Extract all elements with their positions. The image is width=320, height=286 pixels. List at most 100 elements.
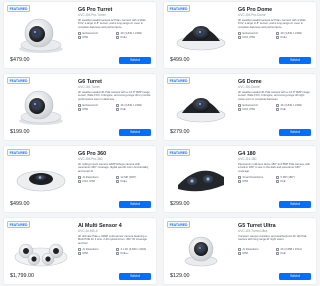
- camera-image[interactable]: [10, 155, 72, 199]
- select-button[interactable]: Select: [279, 272, 311, 280]
- product-model: UVC-G5-Turret-Ultra: [238, 229, 268, 233]
- product-description: Compact, tamper resistant, and weatherpr…: [238, 235, 307, 242]
- weatherproof-icon: [238, 36, 241, 40]
- select-button[interactable]: Select: [119, 56, 151, 64]
- power-icon: [116, 180, 119, 184]
- product-card[interactable]: FEATURED G6 Turret UVC-G6-Turret 4K weat…: [3, 73, 157, 141]
- product-info: G6 Pro 360 UVC-G6-Pro-360 4K ceiling-mou…: [78, 151, 151, 184]
- product-specs: Smart Detections 5 MP (180°) IP66 PoE: [238, 175, 311, 184]
- product-model: UVC-G6-Pro-Turret: [78, 13, 106, 17]
- spec-label: AI Detections: [242, 247, 259, 251]
- product-card[interactable]: FEATURED G6 Dome UVC-G6-Dome 4K weather-…: [163, 73, 317, 141]
- spec-item: IK10, IP66: [238, 36, 273, 40]
- resolution-icon: [116, 247, 119, 251]
- spec-item: AI Detections: [78, 247, 113, 251]
- select-button[interactable]: Select: [119, 200, 151, 208]
- power-icon: [116, 108, 119, 112]
- camera-image[interactable]: [170, 155, 232, 199]
- spec-item: 4 x 4K (3,840 x 2160): [116, 247, 151, 251]
- resolution-icon: [276, 103, 279, 107]
- product-info: AI Multi Sensor 4 UVC-AI-MS-4 4K ultimat…: [78, 223, 151, 256]
- product-card[interactable]: FEATURED G6 Pro Turret UVC-G6-Pro-Turret…: [3, 1, 157, 69]
- resolution-icon: [276, 175, 279, 179]
- weatherproof-icon: [238, 108, 241, 112]
- spec-label: PoE: [280, 108, 286, 112]
- power-icon: [276, 252, 279, 256]
- product-card[interactable]: FEATURED G6 Pro Dome UVC-G6-Pro-Dome 4K …: [163, 1, 317, 69]
- product-info: G6 Pro Dome UVC-G6-Pro-Dome 4K weather-s…: [238, 7, 311, 40]
- product-price: $199.00: [10, 129, 30, 135]
- select-button[interactable]: Select: [279, 56, 311, 64]
- resolution-icon: [116, 31, 119, 35]
- spec-label: IK10, IP66: [242, 108, 256, 112]
- ai-detection-icon: [238, 175, 241, 179]
- spec-label: IP66: [82, 252, 89, 256]
- spec-label: PoE+: [280, 36, 288, 40]
- select-button[interactable]: Select: [119, 272, 151, 280]
- ai-detection-icon: [238, 247, 241, 251]
- product-info: G6 Dome UVC-G6-Dome 4K weather-sealed 4K…: [238, 79, 311, 112]
- spec-label: AI Detections: [82, 175, 99, 179]
- spec-item: 5 MP (180°): [276, 175, 311, 179]
- camera-image[interactable]: [10, 11, 72, 55]
- spec-item: IP66: [78, 108, 113, 112]
- select-button[interactable]: Select: [279, 200, 311, 208]
- product-info: G6 Turret UVC-G6-Turret 4K weather-seale…: [78, 79, 151, 112]
- spec-item: Enhanced AI: [238, 31, 273, 35]
- power-icon: [116, 36, 119, 40]
- product-card[interactable]: FEATURED G4 180 UVC-G4-180 Panoramic mul…: [163, 145, 317, 213]
- ai-detection-icon: [238, 31, 241, 35]
- spec-item: PoE+: [276, 36, 311, 40]
- power-icon: [276, 108, 279, 112]
- spec-item: Enhanced AI: [78, 31, 113, 35]
- weatherproof-icon: [238, 180, 241, 184]
- product-specs: Enhanced AI 4K (3,840 x 2160) IP66 PoE+: [78, 31, 151, 40]
- select-button[interactable]: Select: [119, 128, 151, 136]
- product-info: G4 180 UVC-G4-180 Panoramic multi-lens d…: [238, 151, 311, 184]
- spec-label: PoE+: [120, 180, 128, 184]
- spec-label: Enhanced AI: [82, 31, 98, 35]
- camera-image[interactable]: [170, 11, 232, 55]
- spec-item: PoE: [276, 180, 311, 184]
- spec-label: IK10, IP66: [82, 180, 96, 184]
- spec-item: AI Detections: [78, 175, 113, 179]
- select-button[interactable]: Select: [279, 128, 311, 136]
- power-icon: [276, 180, 279, 184]
- product-description: 4K weather-sealed 4K PoE camera with a 1…: [78, 91, 151, 101]
- camera-image[interactable]: [10, 83, 72, 127]
- camera-image[interactable]: [10, 227, 72, 271]
- product-specs: AI Detections 2K (2,688 x 1512) IP66 PoE: [238, 247, 311, 256]
- spec-item: PoE+: [116, 36, 151, 40]
- product-card[interactable]: FEATURED G6 Pro 360 UVC-G6-Pro-360 4K ce…: [3, 145, 157, 213]
- weatherproof-icon: [78, 108, 81, 112]
- spec-item: 4K (3,840 x 2160): [116, 31, 151, 35]
- power-icon: [276, 36, 279, 40]
- spec-label: Enhanced AI: [242, 103, 258, 107]
- spec-label: AI Detections: [82, 247, 99, 251]
- camera-image[interactable]: [170, 227, 232, 271]
- spec-label: 4K (3,840 x 2160): [280, 103, 302, 107]
- ai-detection-icon: [78, 103, 81, 107]
- spec-item: IK10, IP66: [78, 180, 113, 184]
- product-model: UVC-G6-Pro-360: [78, 157, 103, 161]
- spec-item: AI Detections: [238, 247, 273, 251]
- product-card[interactable]: FEATURED G5 Turret Ultra UVC-G5-Turret-U…: [163, 217, 317, 285]
- product-info: G5 Turret Ultra UVC-G5-Turret-Ultra Comp…: [238, 223, 311, 256]
- spec-item: PoE: [116, 108, 151, 112]
- product-model: UVC-G6-Dome: [238, 85, 260, 89]
- product-description: 4K weather-sealed camera w/ PoE+ connect…: [78, 19, 146, 29]
- product-price: $129.00: [170, 273, 190, 279]
- spec-label: PoE: [280, 252, 286, 256]
- product-price: $299.00: [170, 201, 190, 207]
- product-model: UVC-G6-Pro-Dome: [238, 13, 266, 17]
- spec-item: Enhanced AI: [238, 103, 273, 107]
- product-description: 4K weather-sealed camera w/ PoE+ connect…: [238, 19, 306, 29]
- weatherproof-icon: [78, 180, 81, 184]
- product-card[interactable]: FEATURED AI Multi Sensor 4 UVC-AI-MS-4 4…: [3, 217, 157, 285]
- spec-item: 4K (3,840 x 2160): [276, 31, 311, 35]
- product-model: UVC-AI-MS-4: [78, 229, 98, 233]
- spec-item: PoE: [276, 108, 311, 112]
- spec-item: IP66: [238, 252, 273, 256]
- camera-image[interactable]: [170, 83, 232, 127]
- resolution-icon: [276, 247, 279, 251]
